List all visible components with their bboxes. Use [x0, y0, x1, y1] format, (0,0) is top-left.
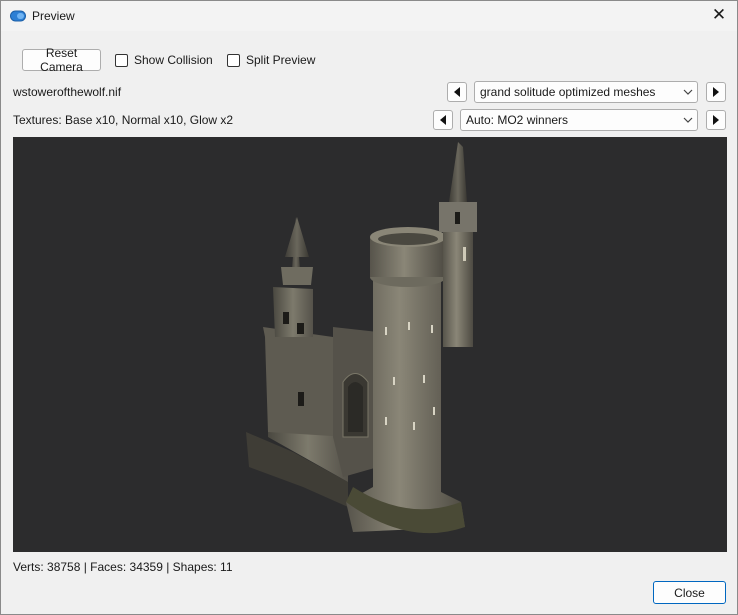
triangle-right-icon — [713, 87, 719, 97]
show-collision-label: Show Collision — [134, 53, 213, 67]
app-icon — [10, 10, 26, 22]
texture-next-button[interactable] — [706, 110, 726, 130]
close-button[interactable]: Close — [653, 581, 726, 604]
texture-prev-button[interactable] — [433, 110, 453, 130]
close-icon[interactable]: ✕ — [711, 6, 727, 24]
mesh-stats: Verts: 38758 | Faces: 34359 | Shapes: 11 — [13, 560, 233, 574]
mesh-prev-button[interactable] — [447, 82, 467, 102]
split-preview-label: Split Preview — [246, 53, 316, 67]
3d-viewport[interactable] — [13, 137, 727, 552]
castle-tower-model — [246, 142, 477, 534]
window-title: Preview — [32, 9, 75, 23]
reset-camera-button[interactable]: Reset Camera — [22, 46, 101, 74]
mesh-source-value: grand solitude optimized meshes — [480, 85, 656, 99]
triangle-right-icon — [713, 115, 719, 125]
chevron-down-icon — [679, 81, 697, 103]
mesh-filename: wstowerofthewolf.nif — [13, 85, 122, 99]
texture-source-select[interactable]: Auto: MO2 winners — [460, 109, 698, 131]
triangle-left-icon — [440, 115, 446, 125]
textures-summary: Textures: Base x10, Normal x10, Glow x2 — [13, 113, 234, 127]
mesh-source-select[interactable]: grand solitude optimized meshes — [474, 81, 698, 103]
show-collision-box[interactable] — [115, 53, 128, 67]
texture-source-value: Auto: MO2 winners — [466, 113, 569, 127]
split-preview-box[interactable] — [227, 53, 240, 67]
triangle-left-icon — [454, 87, 460, 97]
chevron-down-icon — [679, 109, 697, 131]
preview-window: Preview ✕ Reset Camera Show Collision Sp… — [0, 0, 738, 615]
mesh-next-button[interactable] — [706, 82, 726, 102]
show-collision-checkbox[interactable]: Show Collision — [115, 51, 213, 69]
title-bar: Preview ✕ — [1, 1, 737, 31]
split-preview-checkbox[interactable]: Split Preview — [227, 51, 315, 69]
